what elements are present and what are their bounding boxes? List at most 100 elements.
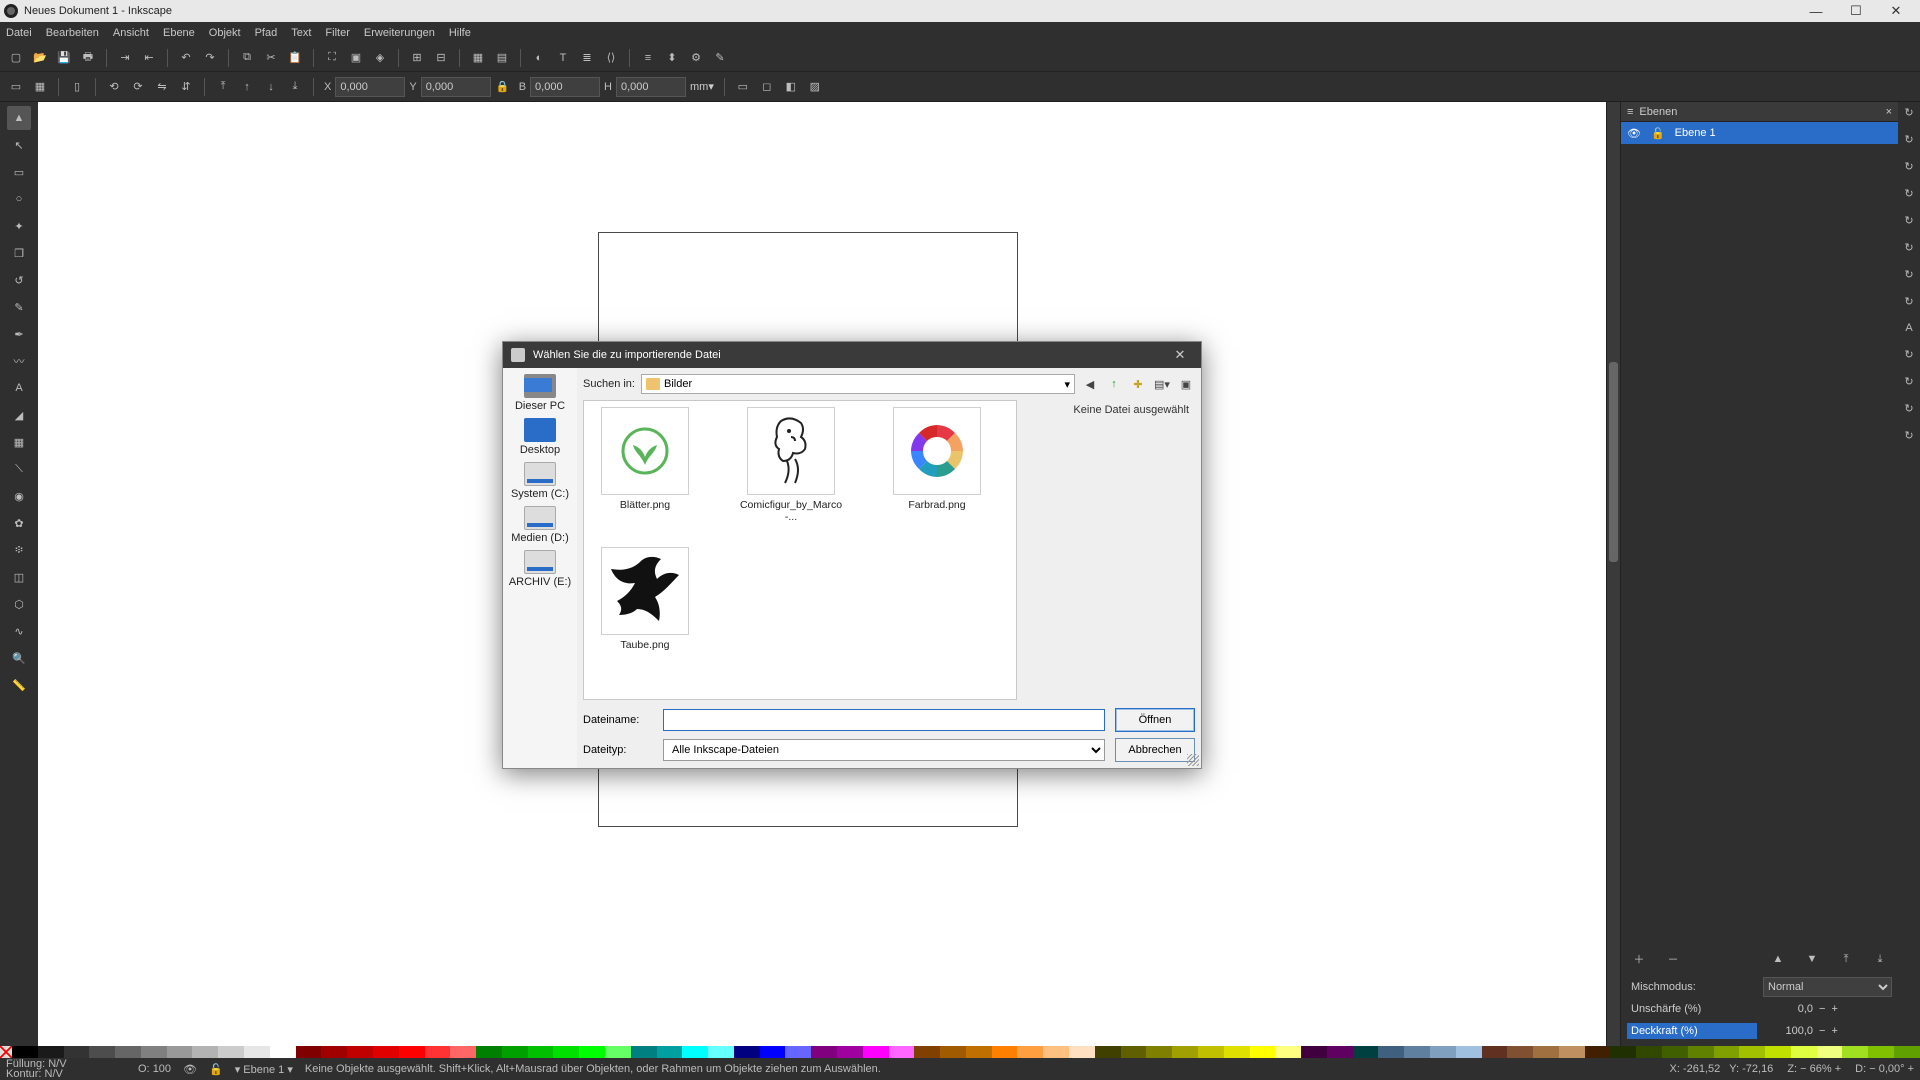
palette-swatch[interactable] (1585, 1046, 1611, 1058)
palette-swatch[interactable] (450, 1046, 476, 1058)
palette-swatch[interactable] (347, 1046, 373, 1058)
opacity-minus[interactable]: − (1819, 1025, 1825, 1037)
place-desktop[interactable]: Desktop (507, 418, 573, 456)
palette-swatch[interactable] (1017, 1046, 1043, 1058)
palette-swatch[interactable] (1791, 1046, 1817, 1058)
palette-swatch[interactable] (1894, 1046, 1920, 1058)
palette-swatch[interactable] (1095, 1046, 1121, 1058)
spray-tool[interactable]: ፨ (7, 538, 31, 562)
palette-swatch[interactable] (244, 1046, 270, 1058)
unit-select[interactable]: mm ▾ (686, 80, 718, 93)
raise-top-button[interactable]: ⤒ (211, 75, 235, 99)
transform-dialog-button[interactable]: ⬍ (660, 46, 684, 70)
dockbtn-8[interactable]: ↻ (1904, 295, 1913, 308)
menu-edit[interactable]: Bearbeiten (46, 27, 99, 39)
palette-swatch[interactable] (889, 1046, 915, 1058)
palette-swatch[interactable] (992, 1046, 1018, 1058)
unclone-button[interactable]: ⊟ (429, 46, 453, 70)
palette-swatch[interactable] (579, 1046, 605, 1058)
palette-swatch[interactable] (1353, 1046, 1379, 1058)
rotation-readout[interactable]: D: − 0,00° + (1855, 1063, 1914, 1075)
rotate-ccw-button[interactable]: ⟲ (102, 75, 126, 99)
palette-swatch[interactable] (1868, 1046, 1894, 1058)
palette-swatch[interactable] (1610, 1046, 1636, 1058)
dockbtn-9[interactable]: A (1905, 322, 1912, 334)
palette-swatch[interactable] (1714, 1046, 1740, 1058)
palette-swatch[interactable] (12, 1046, 38, 1058)
lpe-tool[interactable]: ∿ (7, 619, 31, 643)
dockbtn-13[interactable]: ↻ (1904, 429, 1913, 442)
dockbtn-7[interactable]: ↻ (1904, 268, 1913, 281)
prefs-button[interactable]: ⚙ (684, 46, 708, 70)
menu-filters[interactable]: Filter (325, 27, 349, 39)
palette-swatch[interactable] (167, 1046, 193, 1058)
connector-tool[interactable]: ⬡ (7, 592, 31, 616)
dialog-resizer[interactable] (1187, 754, 1199, 766)
gradient-tool[interactable]: ◢ (7, 403, 31, 427)
palette-swatch[interactable] (270, 1046, 296, 1058)
dockbtn-6[interactable]: ↻ (1904, 241, 1913, 254)
filetype-select[interactable]: Alle Inkscape-Dateien (663, 739, 1105, 761)
blur-value[interactable]: 0,0 (1763, 1003, 1813, 1015)
dialog-close-button[interactable]: ✕ (1167, 347, 1193, 363)
menu-help[interactable]: Hilfe (449, 27, 471, 39)
opacity-status[interactable]: O: 100 (138, 1063, 171, 1075)
bezier-tool[interactable]: ✒ (7, 322, 31, 346)
dialog-titlebar[interactable]: Wählen Sie die zu importierende Datei ✕ (503, 342, 1201, 368)
layer-bottom-button[interactable]: ⤓ (1868, 947, 1892, 971)
palette-swatch[interactable] (399, 1046, 425, 1058)
cut-button[interactable]: ✂ (259, 46, 283, 70)
zoom-tool[interactable]: 🔍 (7, 646, 31, 670)
palette-swatch[interactable] (1507, 1046, 1533, 1058)
clone-button[interactable]: ⊞ (405, 46, 429, 70)
star-tool[interactable]: ✦ (7, 214, 31, 238)
remove-layer-button[interactable]: － (1661, 947, 1685, 971)
go-back-button[interactable]: ◀ (1081, 375, 1099, 393)
palette-swatch[interactable] (296, 1046, 322, 1058)
blur-minus[interactable]: − (1819, 1003, 1825, 1015)
redo-button[interactable]: ↷ (198, 46, 222, 70)
palette-swatch[interactable] (682, 1046, 708, 1058)
h-input[interactable] (616, 77, 686, 97)
dockbtn-2[interactable]: ↻ (1904, 133, 1913, 146)
menu-object[interactable]: Objekt (209, 27, 241, 39)
filename-input[interactable] (663, 709, 1105, 731)
lower-bottom-button[interactable]: ⤓ (283, 75, 307, 99)
palette-swatch[interactable] (1224, 1046, 1250, 1058)
menu-extensions[interactable]: Erweiterungen (364, 27, 435, 39)
place-this-pc[interactable]: Dieser PC (507, 374, 573, 412)
add-layer-button[interactable]: ＋ (1627, 947, 1651, 971)
current-layer-label[interactable]: ▾ Ebene 1 ▾ (235, 1063, 293, 1076)
dropper-tool[interactable]: ⟍ (7, 457, 31, 481)
palette-swatch[interactable] (1378, 1046, 1404, 1058)
file-item[interactable]: Blätter.png (590, 407, 700, 523)
palette-swatch[interactable] (1739, 1046, 1765, 1058)
palette-swatch[interactable] (1456, 1046, 1482, 1058)
dockbtn-10[interactable]: ↻ (1904, 348, 1913, 361)
palette-swatch[interactable] (863, 1046, 889, 1058)
ungroup-button[interactable]: ▤ (490, 46, 514, 70)
layer-top-button[interactable]: ⤒ (1834, 947, 1858, 971)
palette-swatch[interactable] (1559, 1046, 1585, 1058)
palette-swatch[interactable] (1121, 1046, 1147, 1058)
palette-swatch[interactable] (425, 1046, 451, 1058)
lock-toggle[interactable]: 🔓 (209, 1063, 223, 1076)
undo-button[interactable]: ↶ (174, 46, 198, 70)
affect-pattern-button[interactable]: ▨ (803, 75, 827, 99)
no-color-swatch[interactable] (0, 1046, 12, 1058)
palette-swatch[interactable] (605, 1046, 631, 1058)
palette-swatch[interactable] (1301, 1046, 1327, 1058)
new-folder-button[interactable]: ✚ (1129, 375, 1147, 393)
place-drive-c[interactable]: System (C:) (507, 462, 573, 500)
close-button[interactable]: ✕ (1876, 1, 1916, 21)
dockbtn-1[interactable]: ↻ (1904, 106, 1913, 119)
palette-swatch[interactable] (837, 1046, 863, 1058)
file-item[interactable]: Farbrad.png (882, 407, 992, 523)
palette-swatch[interactable] (785, 1046, 811, 1058)
dockbtn-11[interactable]: ↻ (1904, 375, 1913, 388)
save-button[interactable]: 💾 (52, 46, 76, 70)
text-tool[interactable]: A (7, 376, 31, 400)
palette-swatch[interactable] (476, 1046, 502, 1058)
palette-swatch[interactable] (1688, 1046, 1714, 1058)
file-item[interactable]: Comicfigur_by_Marco-... (736, 407, 846, 523)
